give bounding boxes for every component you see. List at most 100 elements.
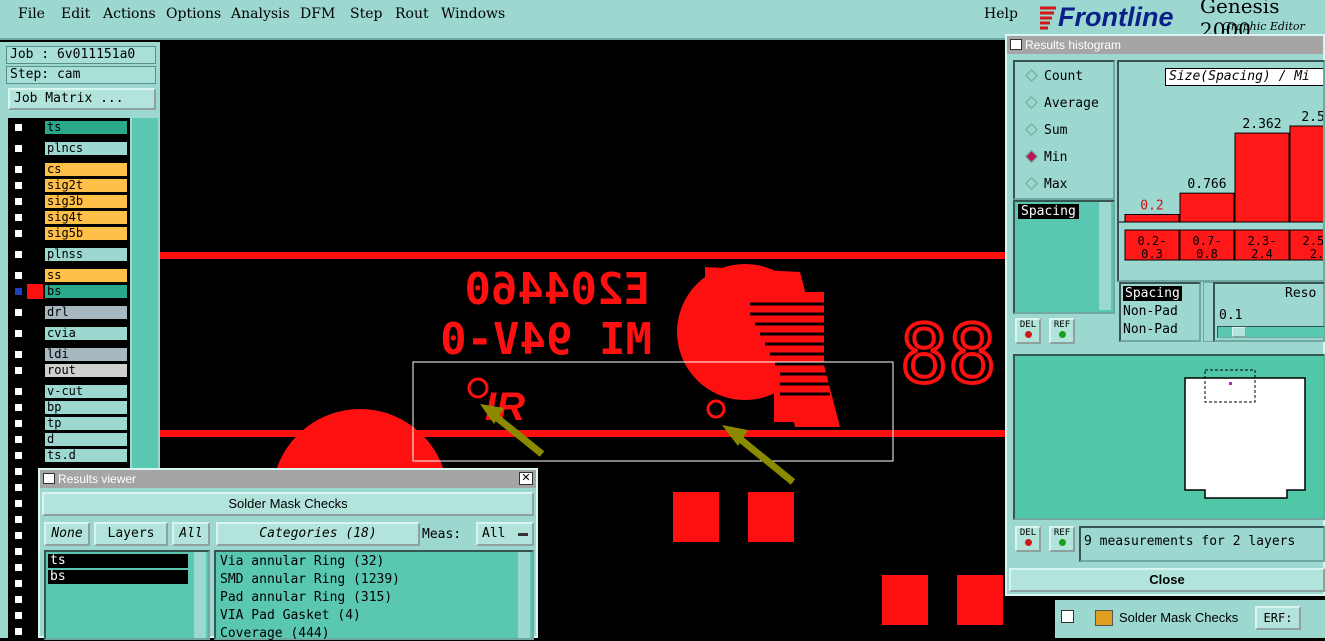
- check-icon[interactable]: [1061, 610, 1074, 623]
- layer-checkbox[interactable]: [13, 180, 24, 191]
- layer-checkbox[interactable]: [13, 610, 24, 621]
- categories-list-scrollbar[interactable]: [518, 552, 530, 638]
- radio-min[interactable]: Min: [1025, 150, 1067, 165]
- menu-help[interactable]: Help: [984, 6, 1018, 22]
- list-item-spacing[interactable]: Spacing: [1018, 204, 1079, 219]
- layer-checkbox[interactable]: [13, 466, 24, 477]
- layer-row-d[interactable]: d: [10, 432, 128, 447]
- viewer-menu-icon[interactable]: [43, 473, 55, 484]
- resolution-slider[interactable]: [1217, 326, 1325, 338]
- all-button[interactable]: All: [172, 522, 210, 546]
- histogram-bar[interactable]: [1234, 132, 1290, 223]
- close-button[interactable]: Close: [1009, 568, 1325, 592]
- histogram-titlebar[interactable]: Results histogram: [1007, 36, 1323, 54]
- menu-windows[interactable]: Windows: [441, 6, 505, 22]
- layer-row-bs[interactable]: bs: [10, 284, 128, 299]
- menu-step[interactable]: Step: [350, 6, 382, 22]
- layer-checkbox[interactable]: [13, 562, 24, 573]
- list-scrollbar[interactable]: [1099, 202, 1111, 310]
- layer-row-ts.d[interactable]: ts.d: [10, 448, 128, 463]
- measure-type-list[interactable]: Spacing: [1013, 200, 1115, 314]
- layer-checkbox[interactable]: [13, 482, 24, 493]
- layer-row-drl[interactable]: drl: [10, 305, 128, 320]
- layer-checkbox[interactable]: [13, 498, 24, 509]
- viewer-titlebar[interactable]: Results viewer ✕: [40, 470, 536, 488]
- measure-list-item-1[interactable]: Spacing: [1123, 286, 1182, 301]
- menu-analysis[interactable]: Analysis: [231, 6, 290, 22]
- layer-row-sig3b[interactable]: sig3b: [10, 194, 128, 209]
- layer-row-sig5b[interactable]: sig5b: [10, 226, 128, 241]
- category-item[interactable]: Pad annular Ring (315): [220, 590, 392, 605]
- layer-checkbox[interactable]: [13, 164, 24, 175]
- layer-checkbox[interactable]: [13, 196, 24, 207]
- layer-row-ss[interactable]: ss: [10, 268, 128, 283]
- radio-max[interactable]: Max: [1025, 177, 1067, 192]
- measure-list[interactable]: Spacing Non-Pad Non-Pad: [1119, 282, 1201, 342]
- layer-row-plncs[interactable]: plncs: [10, 141, 128, 156]
- layer-checkbox[interactable]: [13, 328, 24, 339]
- menu-options[interactable]: Options: [166, 6, 221, 22]
- board-preview[interactable]: [1013, 354, 1325, 520]
- viewer-header-button[interactable]: Solder Mask Checks: [42, 492, 534, 516]
- layer-item-bs[interactable]: bs: [48, 570, 188, 584]
- menu-rout[interactable]: Rout: [395, 6, 429, 22]
- layers-button[interactable]: Layers: [94, 522, 168, 546]
- job-matrix-button[interactable]: Job Matrix ...: [8, 88, 156, 110]
- layer-checkbox[interactable]: [13, 626, 24, 637]
- del-button[interactable]: DEL: [1015, 318, 1041, 344]
- layer-checkbox[interactable]: [13, 307, 24, 318]
- preview-ref-button[interactable]: REF: [1049, 526, 1075, 552]
- categories-button[interactable]: Categories (18): [216, 522, 420, 546]
- category-item[interactable]: VIA Pad Gasket (4): [220, 608, 361, 623]
- histogram-bar[interactable]: [1179, 192, 1235, 223]
- layer-row-ldi[interactable]: ldi: [10, 347, 128, 362]
- categories-list[interactable]: Via annular Ring (32) SMD annular Ring (…: [214, 550, 534, 641]
- layer-checkbox[interactable]: [13, 270, 24, 281]
- resolution-slider-thumb[interactable]: [1232, 327, 1246, 337]
- layer-checkbox[interactable]: [13, 530, 24, 541]
- layers-list-scrollbar[interactable]: [194, 552, 206, 638]
- histogram-bar[interactable]: [1289, 125, 1325, 223]
- layer-checkbox[interactable]: [13, 143, 24, 154]
- layer-checkbox[interactable]: [13, 122, 24, 133]
- category-item[interactable]: SMD annular Ring (1239): [220, 572, 400, 587]
- erf-button[interactable]: ERF:: [1255, 606, 1301, 630]
- radio-average[interactable]: Average: [1025, 96, 1099, 111]
- layer-row-v-cut[interactable]: v-cut: [10, 384, 128, 399]
- layer-row-plnss[interactable]: plnss: [10, 247, 128, 262]
- layer-checkbox[interactable]: [13, 212, 24, 223]
- layer-row-sig4t[interactable]: sig4t: [10, 210, 128, 225]
- category-item[interactable]: Coverage (444): [220, 626, 330, 641]
- layer-checkbox[interactable]: [13, 286, 24, 297]
- measure-list-item-2[interactable]: Non-Pad: [1123, 304, 1178, 319]
- layer-row-ts[interactable]: ts: [10, 120, 128, 135]
- layer-row-bp[interactable]: bp: [10, 400, 128, 415]
- layer-checkbox[interactable]: [13, 578, 24, 589]
- layers-list[interactable]: ts bs: [44, 550, 210, 640]
- menu-actions[interactable]: Actions: [103, 6, 156, 22]
- layer-checkbox[interactable]: [13, 365, 24, 376]
- close-icon[interactable]: ✕: [519, 472, 533, 485]
- ref-button[interactable]: REF: [1049, 318, 1075, 344]
- layer-checkbox[interactable]: [13, 249, 24, 260]
- meas-select[interactable]: All: [476, 522, 534, 546]
- category-item[interactable]: Via annular Ring (32): [220, 554, 384, 569]
- menu-edit[interactable]: Edit: [61, 6, 90, 22]
- layer-checkbox[interactable]: [13, 434, 24, 445]
- solder-mask-task-bar[interactable]: Solder Mask Checks ERF:: [1055, 600, 1325, 638]
- layer-checkbox[interactable]: [13, 594, 24, 605]
- layer-checkbox[interactable]: [13, 546, 24, 557]
- layer-checkbox[interactable]: [13, 402, 24, 413]
- layer-row-tp[interactable]: tp: [10, 416, 128, 431]
- measure-list-item-3[interactable]: Non-Pad: [1123, 322, 1178, 337]
- layer-row-sig2t[interactable]: sig2t: [10, 178, 128, 193]
- layer-checkbox[interactable]: [13, 228, 24, 239]
- layer-checkbox[interactable]: [13, 386, 24, 397]
- none-button[interactable]: None: [44, 522, 90, 546]
- layer-row-cvia[interactable]: cvia: [10, 326, 128, 341]
- preview-del-button[interactable]: DEL: [1015, 526, 1041, 552]
- layer-checkbox[interactable]: [13, 349, 24, 360]
- radio-sum[interactable]: Sum: [1025, 123, 1067, 138]
- menu-dfm[interactable]: DFM: [300, 6, 335, 22]
- layer-checkbox[interactable]: [13, 418, 24, 429]
